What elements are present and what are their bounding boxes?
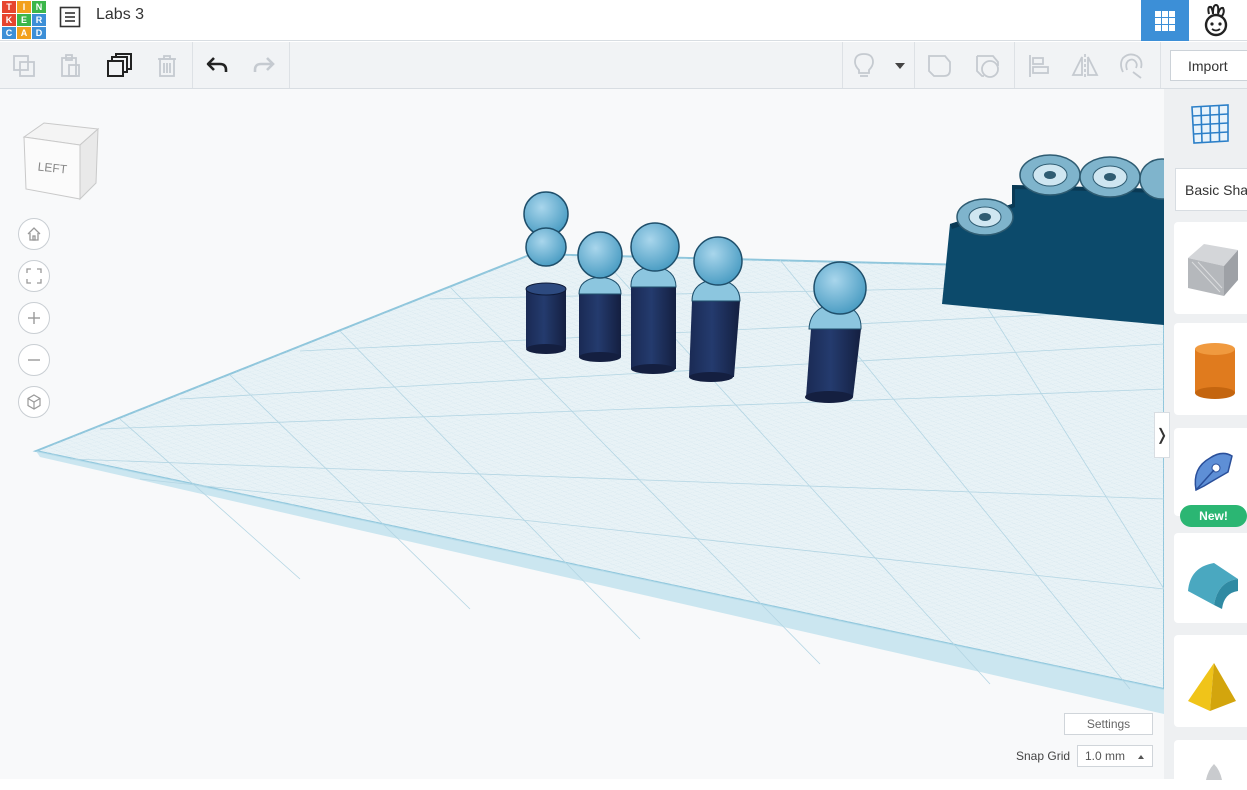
- zoom-out-icon: [28, 359, 40, 361]
- logo-letter: N: [32, 1, 46, 13]
- workplane-scene[interactable]: [0, 89, 1164, 779]
- grid-icon: [1155, 10, 1175, 31]
- view-cube[interactable]: LEFT: [20, 117, 100, 206]
- top-bar: TIN KER CAD Labs 3: [0, 0, 1247, 41]
- magnet-hand-icon: [1120, 53, 1143, 79]
- peg-figure-3[interactable]: [630, 222, 680, 374]
- zoom-out-button[interactable]: [18, 344, 50, 376]
- logo-letter: D: [32, 27, 46, 39]
- copy-button[interactable]: [9, 51, 39, 81]
- zoom-in-icon: [28, 312, 40, 324]
- align-button[interactable]: [1024, 51, 1054, 81]
- cone-shape[interactable]: [1174, 740, 1247, 790]
- logo-letter: E: [17, 14, 31, 26]
- logo-letter: A: [17, 27, 31, 39]
- home-icon: [27, 227, 41, 241]
- fit-view-button[interactable]: [18, 260, 50, 292]
- box-shape[interactable]: [1174, 222, 1247, 314]
- undo-button[interactable]: [202, 51, 232, 81]
- fit-view-icon: [26, 268, 42, 284]
- logo-letter: K: [2, 14, 16, 26]
- settings-button[interactable]: Settings: [1064, 713, 1153, 735]
- avatar-icon: [1204, 3, 1228, 36]
- undo-icon: [206, 57, 228, 72]
- cruise-button[interactable]: [1116, 51, 1146, 81]
- projection-button[interactable]: [18, 386, 50, 418]
- logo-letter: C: [2, 27, 16, 39]
- logo-letter: T: [2, 1, 16, 13]
- delete-button[interactable]: [152, 51, 182, 81]
- zoom-in-button[interactable]: [18, 302, 50, 334]
- lightbulb-icon: [854, 53, 874, 77]
- user-avatar[interactable]: [1192, 0, 1240, 41]
- ungroup-button[interactable]: [973, 51, 1003, 81]
- peg-figure-2[interactable]: [577, 231, 623, 362]
- redo-icon: [253, 57, 275, 72]
- paste-icon: [61, 54, 80, 77]
- shape-category-select[interactable]: Basic Shapes: [1175, 168, 1247, 211]
- import-button[interactable]: Import: [1170, 50, 1247, 81]
- show-all-button[interactable]: [849, 51, 879, 81]
- peg-figure-4[interactable]: [689, 236, 743, 382]
- chevron-right-icon: ❭: [1155, 427, 1169, 444]
- 3d-viewport[interactable]: LEFT: [0, 89, 1164, 779]
- cylinder-shape[interactable]: [1174, 323, 1247, 415]
- paste-button[interactable]: [55, 51, 85, 81]
- pyramid-shape[interactable]: [1174, 635, 1247, 727]
- chevron-up-icon: [1138, 755, 1144, 759]
- snap-grid-value: 1.0 mm: [1085, 749, 1126, 763]
- roof-icon: [1188, 563, 1238, 609]
- new-badge: New!: [1180, 505, 1247, 527]
- pyramid-icon: [1188, 663, 1236, 711]
- snap-grid-label: Snap Grid: [1016, 749, 1071, 763]
- cone-icon: [1206, 764, 1222, 780]
- redo-button[interactable]: [249, 51, 279, 81]
- tinkercad-logo[interactable]: TIN KER CAD: [2, 1, 46, 39]
- logo-letter: R: [32, 14, 46, 26]
- workplane-icon: [1191, 104, 1229, 144]
- mirror-button[interactable]: [1070, 51, 1100, 81]
- group-icon: [928, 55, 951, 77]
- workplane-tool[interactable]: [1174, 89, 1247, 165]
- group-button[interactable]: [925, 51, 955, 81]
- delete-icon: [158, 55, 176, 77]
- edit-toolbar: Import: [0, 42, 1247, 89]
- duplicate-button[interactable]: [104, 51, 134, 81]
- cylinder-icon: [1195, 343, 1235, 399]
- visibility-dropdown[interactable]: [886, 51, 914, 81]
- home-view-button[interactable]: [18, 218, 50, 250]
- scribble-shape[interactable]: [1174, 428, 1247, 516]
- mirror-icon: [1071, 54, 1099, 78]
- copy-icon: [13, 55, 35, 77]
- 3d-design-view-button[interactable]: [1141, 0, 1189, 41]
- logo-letter: I: [17, 1, 31, 13]
- roof-shape[interactable]: [1174, 533, 1247, 623]
- duplicate-icon: [107, 53, 132, 77]
- design-menu-icon[interactable]: [59, 6, 81, 28]
- box-icon: [1188, 244, 1238, 296]
- collapse-panel-button[interactable]: ❭: [1154, 412, 1170, 458]
- design-title[interactable]: Labs 3: [96, 6, 144, 24]
- snap-grid-select[interactable]: 1.0 mm: [1077, 745, 1153, 767]
- chevron-down-icon: [895, 63, 905, 69]
- ungroup-icon: [976, 55, 999, 78]
- cube-projection-icon: [27, 394, 41, 410]
- scribble-icon: [1194, 452, 1233, 492]
- align-icon: [1029, 55, 1049, 77]
